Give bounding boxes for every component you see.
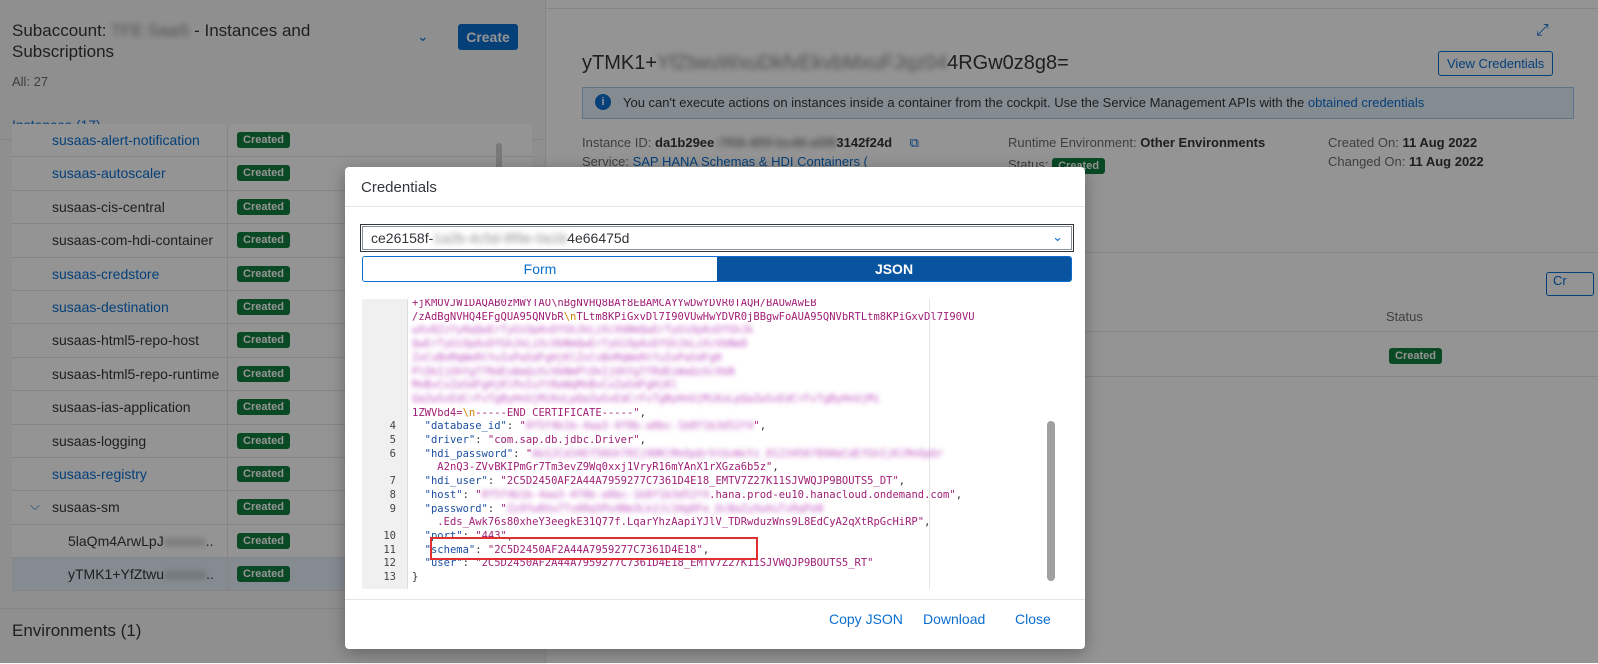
divider [345,206,1085,207]
line-number: 8 [389,488,396,501]
view-toggle: Form JSON [362,256,1072,282]
line-number: 12 [383,557,396,570]
code-text: .Eds_Awk76s80xheY3eegkE31Q77f.LqarYhzAap… [437,516,931,529]
code-text: QwErTyUiOpAsDfGhJkLzXcVbNmQwErTyUiOpAsDf… [412,338,748,351]
divider [345,599,1085,600]
line-number: 7 [389,475,396,488]
credentials-dialog: Credentials ce26158f-1a2b-4c5d-8f9e-0a1b… [345,167,1085,649]
code-text: 1ZWVbd4=\n-----END CERTIFICATE-----", [412,406,646,419]
code-text: MnBvCxZaSdFgHjKlPoIuYtReWqMnBvCxZaSdFgHj… [412,379,678,392]
code-text: ZxCvBnMqWeRtYuIoPaSdFgHjKlZxCvBnMqWeRtYu… [412,351,722,364]
code-text: "hdi_password": "Ab12Cd34Ef56Gh78Ij90KlM… [424,447,944,460]
masked-binding-id: 1a2b-4c5d-8f9e-0a1b [433,230,568,246]
json-code-viewer[interactable]: +jKMOVJW1DAQAB0zMWYTAO\nBgNVHQ8BAf8EBAMC… [362,299,1072,589]
line-number: 5 [389,434,396,446]
code-text: A2nQ3-ZVvBKIPmGr7Tm3evZ9Wq0xxj1VryR16mYA… [437,461,779,474]
line-number: 6 [389,447,396,460]
dialog-title: Credentials [361,179,437,196]
line-number: 4 [389,420,396,433]
tab-form[interactable]: Form [363,257,717,281]
binding-id-prefix: ce26158f- [371,230,434,246]
schema-highlight-box [430,537,758,560]
print-margin [929,299,930,589]
scrollbar[interactable] [1047,421,1055,581]
download-button[interactable]: Download [923,611,985,627]
code-text: "database_id": "0f5f4b1b-4aa3-4f0b-a0bc-… [424,420,767,433]
line-number: 10 [383,529,396,542]
code-text: } [412,571,419,583]
line-number: 13 [383,571,396,583]
code-text: PlOkIjUhYgTfRdEsWaQzXcVbNmPlOkIjUhYgTfRd… [412,365,735,378]
chevron-down-icon[interactable]: ⌄ [1052,229,1063,245]
code-text: wXx8ZzYy0qQwErTyUiOpAsDfGhJkLzXcVbNmQwEr… [412,324,754,337]
binding-select-value: ce26158f-1a2b-4c5d-8f9e-0a1b4e66475d [371,230,629,246]
close-button[interactable]: Close [1015,611,1051,627]
binding-id-suffix: 4e66475d [567,230,630,246]
line-number: 11 [383,543,396,556]
code-text: QaZwSxEdCrFvTgByHnUjMiKoLpQaZwSxEdCrFvTg… [412,392,880,405]
code-text: "driver": "com.sap.db.jdbc.Driver", [424,434,646,446]
code-text: "hdi_user": "2C5D2450AF2A44A7959277C7361… [424,475,906,488]
binding-select[interactable]: ce26158f-1a2b-4c5d-8f9e-0a1b4e66475d ⌄ [360,224,1074,252]
tab-json[interactable]: JSON [717,257,1071,281]
line-number: 9 [389,502,396,515]
code-text: "password": "Zx9Yw8Vu7Ts6Rq5Po4Nm3Lk2Ji1… [424,502,823,515]
code-text: +jKMOVJW1DAQAB0zMWYTAO\nBgNVHQ8BAf8EBAMC… [412,299,817,309]
copy-json-button[interactable]: Copy JSON [829,611,903,627]
code-text: /zAdBgNVHQ4EFgQUA95QNVbR\nTLtm8KPiGxvDl7… [412,310,975,323]
code-text: "host": "0f5f4b1b-4aa3-4f0b-a0bc-1b8f1b3… [424,488,963,501]
